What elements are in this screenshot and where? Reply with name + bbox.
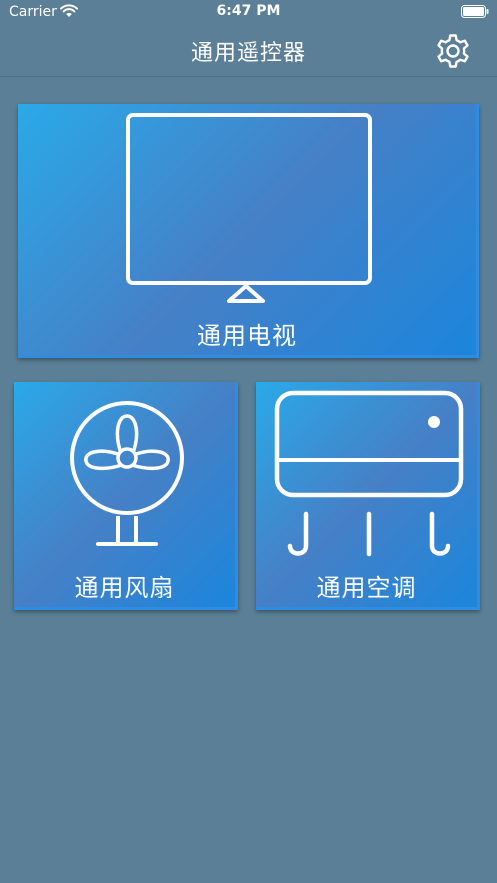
tv-icon [126,113,372,303]
fan-card-label: 通用风扇 [74,574,175,602]
ac-remote-card[interactable]: 通用空调 [256,382,480,610]
fan-icon [70,401,184,546]
tv-card-label: 通用电视 [197,322,297,350]
status-time: 6:47 PM [216,3,281,19]
fan-remote-card[interactable]: 通用风扇 [14,382,238,610]
tv-remote-card[interactable]: 通用电视 [18,104,479,358]
air-conditioner-icon [274,390,464,557]
nav-bar: 通用遥控器 [0,26,497,77]
ac-card-label: 通用空调 [316,574,417,602]
status-bar: Carrier 6:47 PM [0,0,497,26]
settings-button[interactable] [434,32,472,70]
page-title: 通用遥控器 [190,41,306,66]
gear-icon [437,34,469,68]
battery-icon [461,5,489,18]
